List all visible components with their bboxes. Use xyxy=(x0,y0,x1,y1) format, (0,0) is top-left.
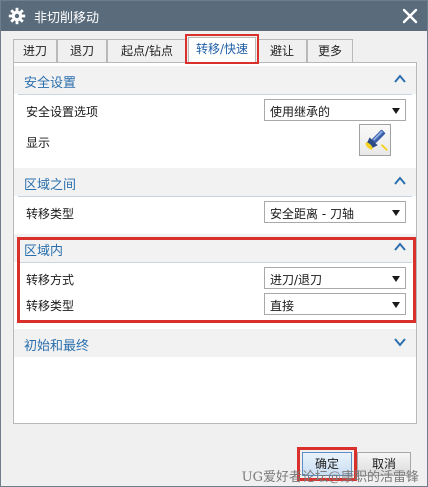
display-button[interactable] xyxy=(359,124,391,156)
section-title-safety: 安全设置 xyxy=(24,76,77,91)
section-header-between-regions[interactable]: 区域之间 xyxy=(14,168,416,196)
within-transfer-method-value: 进刀/退刀 xyxy=(270,273,323,287)
section-divider xyxy=(18,262,412,263)
chevron-up-icon[interactable] xyxy=(394,74,406,84)
flashlight-icon xyxy=(365,129,388,151)
safety-option-value: 使用继承的 xyxy=(270,105,331,119)
section-header-safety[interactable]: 安全设置 xyxy=(14,66,416,94)
chevron-up-icon[interactable] xyxy=(394,176,406,186)
tab-avoidance[interactable]: 避让 xyxy=(257,39,307,63)
watermark-text: UG爱好者论坛@康职的活雷锋 xyxy=(241,470,419,485)
tab-content-panel: 安全设置 安全设置选项 使用继承的 显示 区域之间 转移类型 安全距离 - 刀轴 xyxy=(13,62,417,424)
tab-more[interactable]: 更多 xyxy=(307,39,353,63)
between-transfer-type-value: 安全距离 - 刀轴 xyxy=(270,207,354,221)
section-header-within-region[interactable]: 区域内 xyxy=(14,234,416,262)
within-transfer-type-label: 转移类型 xyxy=(26,299,75,313)
within-transfer-type-value: 直接 xyxy=(270,299,295,313)
dropdown-arrow-icon xyxy=(392,210,400,216)
section-divider xyxy=(18,196,412,197)
tab-transfer-rapid[interactable]: 转移/快速 xyxy=(188,37,256,64)
section-header-initial-final[interactable]: 初始和最终 xyxy=(14,329,416,357)
section-divider xyxy=(18,94,412,95)
chevron-up-icon[interactable] xyxy=(394,242,406,252)
tab-start-drill-point[interactable]: 起点/钻点 xyxy=(107,39,187,63)
tab-retract[interactable]: 退刀 xyxy=(57,39,107,63)
window-title: 非切削移动 xyxy=(34,11,100,26)
safety-option-label: 安全设置选项 xyxy=(26,105,99,119)
dropdown-arrow-icon xyxy=(392,108,400,114)
gear-icon xyxy=(8,7,26,25)
close-icon[interactable] xyxy=(399,5,421,27)
section-title-initial-final: 初始和最终 xyxy=(24,339,90,354)
between-transfer-type-label: 转移类型 xyxy=(26,207,75,221)
section-title-within-region: 区域内 xyxy=(24,244,64,259)
chevron-down-icon[interactable] xyxy=(394,337,406,347)
safety-option-select[interactable]: 使用继承的 xyxy=(264,99,406,121)
between-transfer-type-select[interactable]: 安全距离 - 刀轴 xyxy=(264,201,406,223)
within-transfer-type-select[interactable]: 直接 xyxy=(264,293,406,315)
dialog-window: 非切削移动 进刀 退刀 起点/钻点 转移/快速 避让 更多 安全设置 安全设置选… xyxy=(0,0,428,487)
dropdown-arrow-icon xyxy=(392,302,400,308)
section-title-between-regions: 区域之间 xyxy=(24,178,77,193)
dropdown-arrow-icon xyxy=(392,276,400,282)
tab-approach[interactable]: 进刀 xyxy=(13,39,57,63)
within-transfer-method-label: 转移方式 xyxy=(26,273,75,287)
title-bar: 非切削移动 xyxy=(1,1,427,31)
within-transfer-method-select[interactable]: 进刀/退刀 xyxy=(264,267,406,289)
display-label: 显示 xyxy=(26,136,51,150)
